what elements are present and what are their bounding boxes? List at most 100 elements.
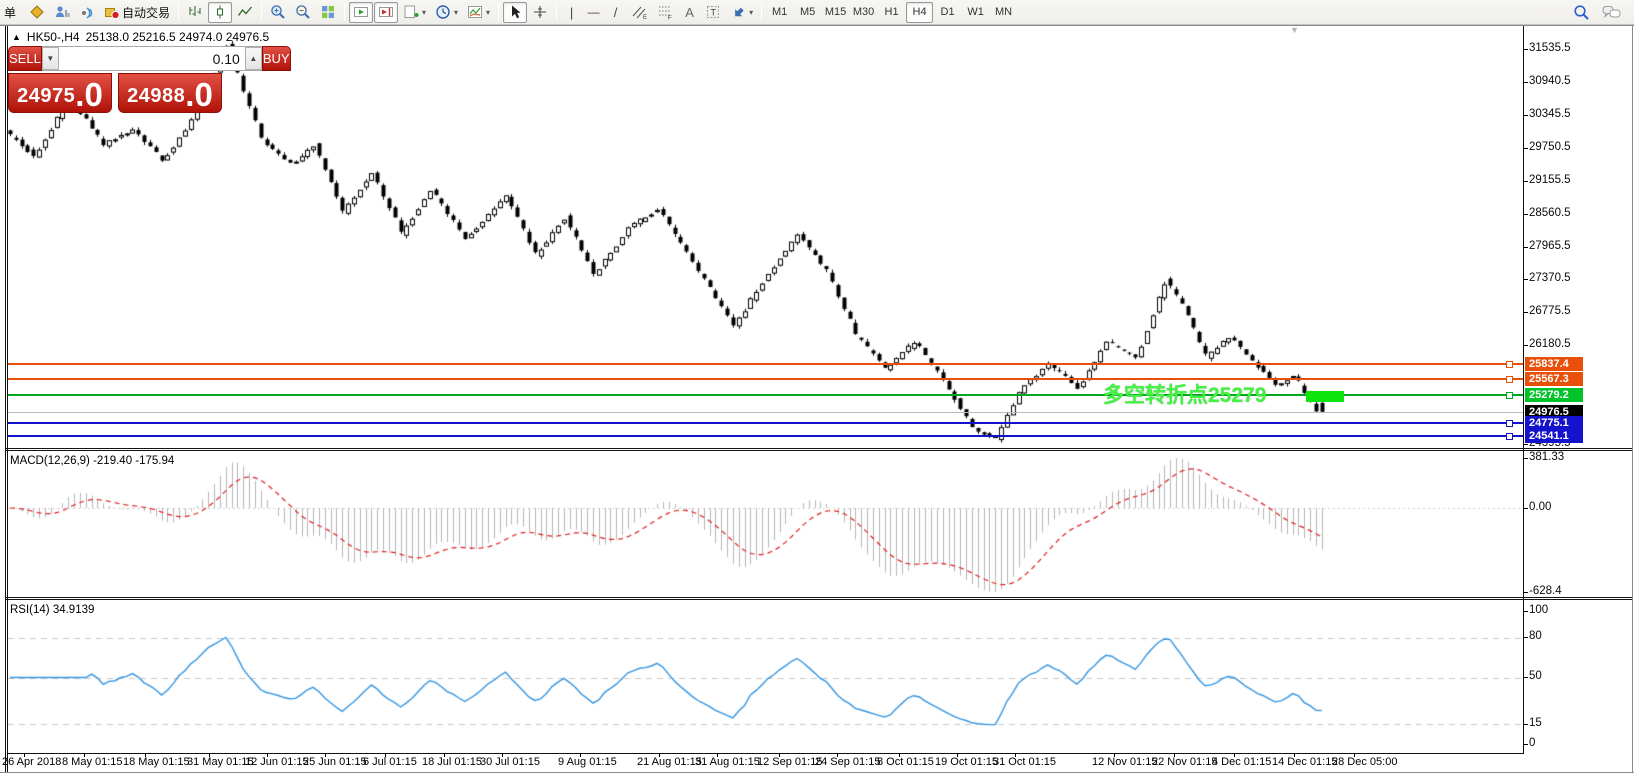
cursor-button[interactable] <box>503 2 527 23</box>
equidistant-channel-button[interactable]: E <box>627 2 652 23</box>
price-level-line[interactable] <box>8 435 1523 437</box>
collapse-triangle-icon[interactable]: ▲ <box>12 32 21 42</box>
arrows-icon <box>730 4 746 20</box>
price-level-label: 24541.1 <box>1525 429 1583 443</box>
sell-label: SELL <box>9 51 41 66</box>
panel-splitter-macd2[interactable] <box>5 450 1632 451</box>
timeframe-h4-button[interactable]: H4 <box>906 2 933 23</box>
timeframe-h1-button[interactable]: H1 <box>878 2 905 23</box>
arrows-tool-button[interactable]: ▾ <box>726 2 757 23</box>
line-endpoint-marker[interactable] <box>1506 420 1513 427</box>
indicators-button[interactable]: ▾ <box>463 2 494 23</box>
new-order-button[interactable]: 单 <box>3 2 24 23</box>
timeframe-d1-button[interactable]: D1 <box>934 2 961 23</box>
volume-decrease-button[interactable]: ▼ <box>42 47 59 70</box>
timeframe-m5-button[interactable]: M5 <box>794 2 821 23</box>
zoom-in-button[interactable] <box>266 2 290 23</box>
trendline-tool-button[interactable]: / <box>605 2 626 23</box>
green-highlight-box[interactable] <box>1306 391 1344 402</box>
sell-button[interactable]: SELL <box>8 46 42 71</box>
timeframe-m1-button[interactable]: M1 <box>766 2 793 23</box>
new-chart-icon <box>403 4 419 20</box>
time-axis-label: 24 Sep 01:15 <box>815 756 880 768</box>
panel-splitter-rsi[interactable] <box>5 597 1632 598</box>
chat-button[interactable] <box>1598 2 1625 23</box>
price-level-line[interactable] <box>8 394 1523 396</box>
auto-scroll-button[interactable] <box>349 2 373 23</box>
text-tool-button[interactable]: A <box>679 2 700 23</box>
price-axis-tick <box>1523 444 1528 445</box>
text-label-tool-button[interactable]: T <box>701 2 725 23</box>
new-chart-button[interactable]: ▾ <box>399 2 430 23</box>
line-endpoint-marker[interactable] <box>1506 361 1513 368</box>
indicators-icon <box>467 4 483 20</box>
line-endpoint-marker[interactable] <box>1506 392 1513 399</box>
line-chart-type-button[interactable] <box>233 2 257 23</box>
search-button[interactable] <box>1569 2 1594 23</box>
price-level-line[interactable] <box>8 378 1523 380</box>
volume-box: ▼ ▲ <box>42 46 262 71</box>
chart-shift-icon <box>378 4 394 20</box>
line-endpoint-marker[interactable] <box>1506 376 1513 383</box>
chat-bubbles-icon <box>1602 4 1621 20</box>
toolbar-separator <box>761 3 762 21</box>
price-axis-line <box>1523 26 1524 753</box>
crosshair-button[interactable] <box>528 2 552 23</box>
vertical-line-tool-button[interactable]: | <box>561 2 582 23</box>
rsi-axis-tick <box>1523 744 1528 745</box>
main-price-chart[interactable] <box>8 26 1523 448</box>
fibonacci-icon: F <box>657 4 674 20</box>
rsi-axis-tick <box>1523 637 1528 638</box>
bar-chart-type-button[interactable] <box>183 2 207 23</box>
rsi-axis-label: 0 <box>1529 737 1535 749</box>
macd-indicator-chart[interactable] <box>8 451 1523 597</box>
price-level-line[interactable] <box>8 422 1523 424</box>
timeframe-m30-button[interactable]: M30 <box>850 2 877 23</box>
zoom-out-button[interactable] <box>291 2 315 23</box>
volume-increase-button[interactable]: ▲ <box>245 47 262 70</box>
buy-price-main: 24988 <box>127 81 185 111</box>
window-border-left-outer <box>5 26 6 772</box>
panel-splitter-rsi2[interactable] <box>5 599 1632 600</box>
tester-person-icon <box>54 4 70 20</box>
buy-button[interactable]: BUY <box>262 46 291 71</box>
price-axis-tick <box>1523 82 1528 83</box>
rsi-indicator-chart[interactable] <box>8 600 1523 753</box>
sell-price-box[interactable]: 24975 .0 <box>8 73 112 113</box>
periods-button[interactable]: ▾ <box>431 2 462 23</box>
horizontal-line-tool-button[interactable]: — <box>583 2 604 23</box>
strategy-tester-button[interactable] <box>50 2 74 23</box>
main-toolbar: 单 自动交易 ▾ ▾ ▾ | — / E F A T ▾ M1M5M15M30H… <box>0 0 1634 25</box>
macd-axis-label: 0.00 <box>1529 501 1551 513</box>
candlestick-chart-type-button[interactable] <box>208 2 232 23</box>
toolbar-separator <box>556 3 557 21</box>
panel-splitter-macd[interactable] <box>5 448 1632 449</box>
time-axis-label: 28 Dec 05:00 <box>1332 756 1397 768</box>
price-level-label: 25279.2 <box>1525 388 1583 402</box>
price-level-line[interactable] <box>8 412 1523 413</box>
price-axis-label: 26180.5 <box>1529 338 1571 350</box>
signals-button[interactable] <box>75 2 99 23</box>
macd-axis-tick <box>1523 458 1528 459</box>
timeframe-m15-button[interactable]: M15 <box>822 2 849 23</box>
fibonacci-tool-button[interactable]: F <box>653 2 678 23</box>
chart-shift-button[interactable] <box>374 2 398 23</box>
chart-annotation-text[interactable]: 多空转折点25279 <box>1103 379 1266 409</box>
tile-windows-button[interactable] <box>316 2 340 23</box>
market-watch-button[interactable] <box>25 2 49 23</box>
price-axis-label: 29155.5 <box>1529 174 1571 186</box>
rsi-axis-label: 50 <box>1529 670 1542 682</box>
bars-icon <box>187 4 203 20</box>
volume-input[interactable] <box>59 47 245 70</box>
timeframe-mn-button[interactable]: MN <box>990 2 1017 23</box>
autotrading-button[interactable]: 自动交易 <box>100 2 174 23</box>
price-level-line[interactable] <box>8 363 1523 365</box>
price-axis-tick <box>1523 214 1528 215</box>
window-border-right <box>1632 26 1633 773</box>
line-endpoint-marker[interactable] <box>1506 433 1513 440</box>
timeframe-w1-button[interactable]: W1 <box>962 2 989 23</box>
buy-price-box[interactable]: 24988 .0 <box>118 73 222 113</box>
toolbar-separator <box>261 3 262 21</box>
time-axis-label: 18 Jul 01:15 <box>422 756 482 768</box>
chart-scroll-triangle-icon[interactable]: ▼ <box>1290 25 1299 35</box>
